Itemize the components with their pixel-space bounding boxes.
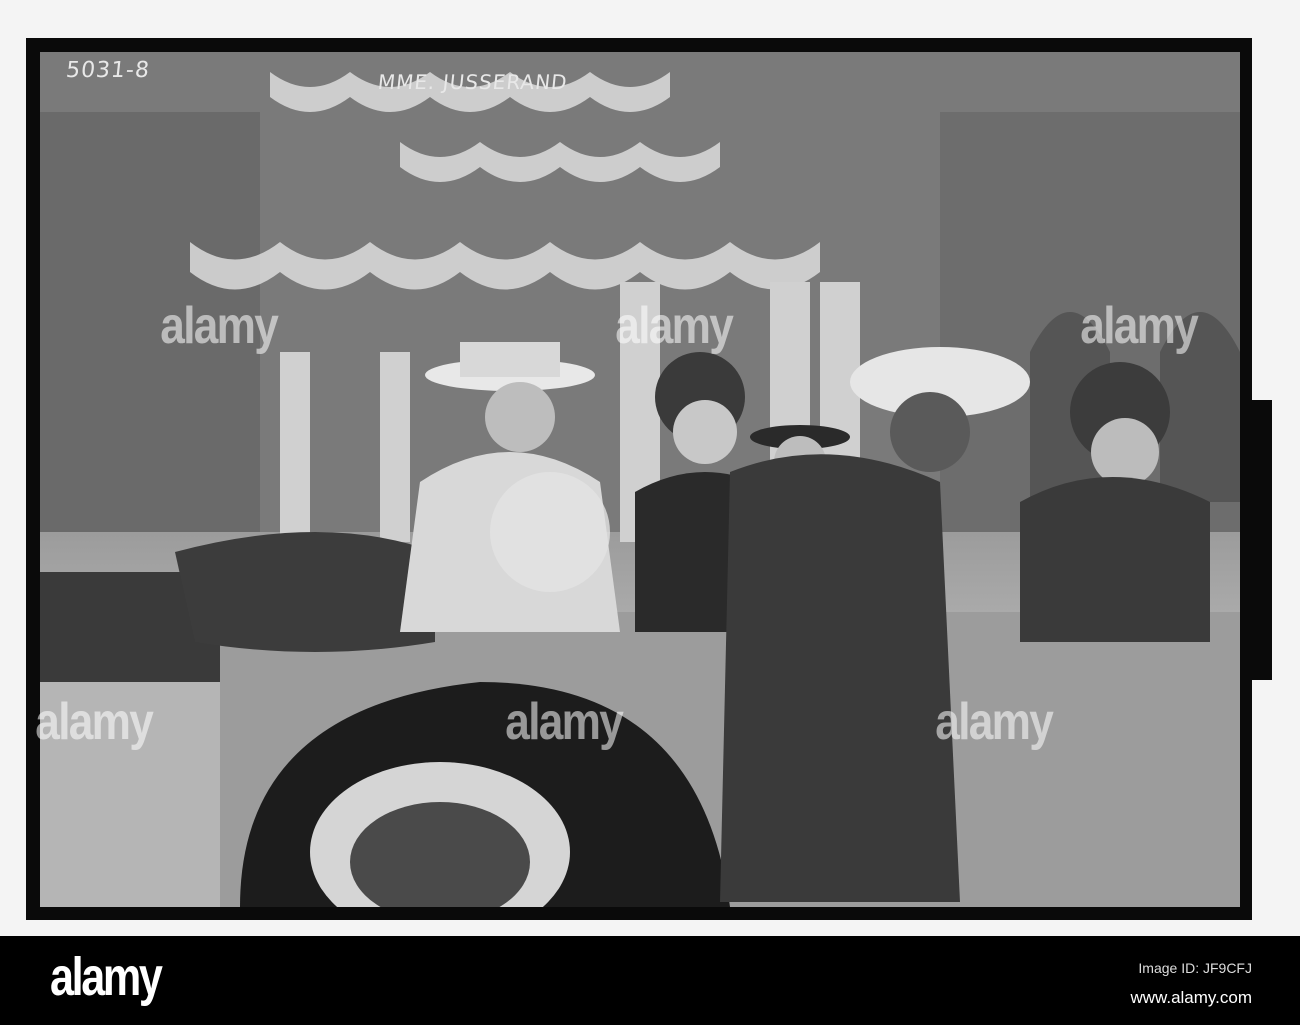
watermark: alamy <box>505 693 624 751</box>
photo-scene <box>40 52 1240 907</box>
watermark: alamy <box>1080 297 1199 355</box>
photo-caption: MME. JUSSERAND <box>376 70 569 94</box>
negative-number: 5031-8 <box>64 58 152 83</box>
footer-bar: alamy Image ID: JF9CFJ www.alamy.com <box>0 936 1300 1025</box>
watermark: alamy <box>935 693 1054 751</box>
image-id: Image ID: JF9CFJ <box>1138 960 1252 976</box>
historic-photo <box>40 52 1240 907</box>
watermark: alamy <box>615 297 734 355</box>
site-url[interactable]: www.alamy.com <box>1130 988 1252 1008</box>
watermark: alamy <box>35 693 154 751</box>
alamy-logo[interactable]: alamy <box>50 946 163 1008</box>
watermark: alamy <box>160 297 279 355</box>
folded-car-top <box>175 532 435 652</box>
handwritten-margin-note <box>1252 400 1272 680</box>
